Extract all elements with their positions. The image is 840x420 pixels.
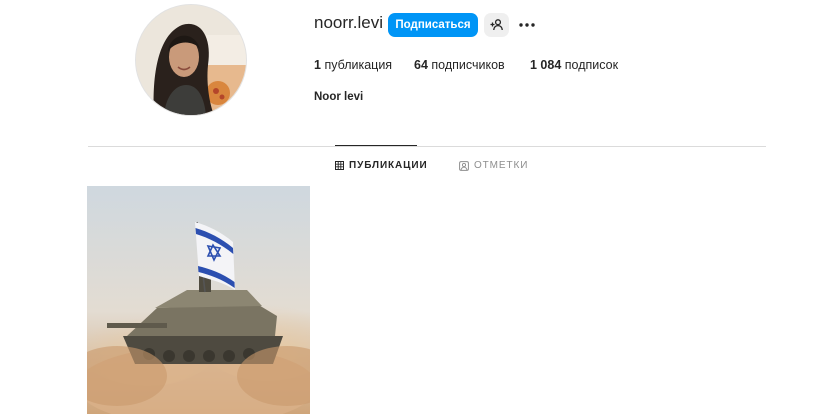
followers-count: 64 [414,58,428,72]
profile-full-name: Noor levi [314,91,364,103]
following-count: 1 084 [530,58,562,72]
tagged-icon [459,160,469,171]
tab-posts-label: ПУБЛИКАЦИИ [349,160,428,171]
profile-username: noorr.levi [314,13,383,32]
avatar[interactable] [135,4,247,116]
post-thumbnail[interactable] [87,186,310,414]
more-options-button[interactable] [517,14,537,36]
more-horizontal-icon [519,23,535,27]
grid-icon [335,161,344,170]
suggest-accounts-button[interactable] [484,13,509,37]
posts-label: публикация [324,58,393,72]
tank-with-flag-image [87,186,310,414]
tabs-divider [88,146,766,147]
follow-button[interactable]: Подписаться [388,13,478,37]
posts-count: 1 [314,58,321,72]
tab-tagged-label: ОТМЕТКИ [474,160,529,171]
add-user-icon [490,19,503,31]
followers-stat[interactable]: 64 подписчиков [414,58,505,72]
followers-label: подписчиков [431,58,505,72]
profile-photo [136,5,246,115]
following-stat[interactable]: 1 084 подписок [530,58,618,72]
following-label: подписок [564,58,619,72]
posts-stat: 1 публикация [314,58,392,72]
active-tab-indicator [335,145,417,146]
tab-tagged[interactable]: ОТМЕТКИ [459,160,528,171]
tab-posts[interactable]: ПУБЛИКАЦИИ [335,160,428,171]
